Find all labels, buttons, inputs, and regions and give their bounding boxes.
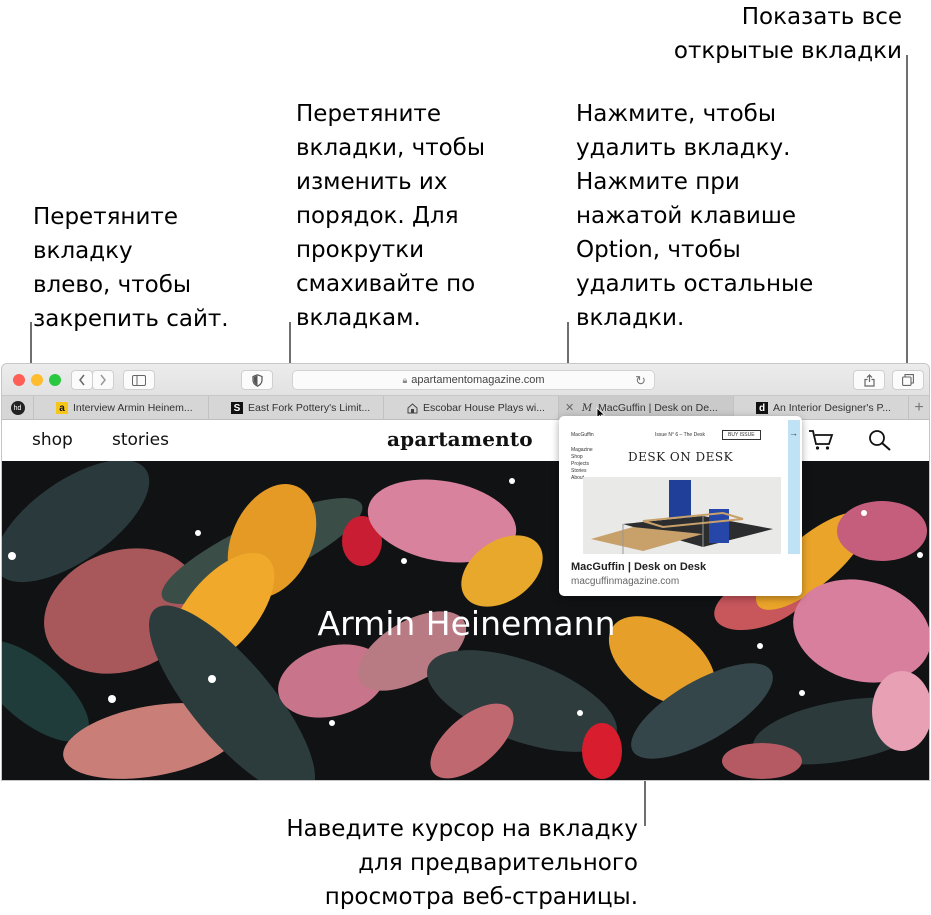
tabs-overview-button[interactable] [892,370,924,390]
tab-escobar-house[interactable]: Escobar House Plays wi... [384,396,559,420]
annotation-reorder-tabs: Перетяните вкладки, чтобы изменить их по… [296,101,486,331]
tab-label: Interview Armin Heinem... [73,402,193,414]
sidebar-icon [132,374,146,386]
tab-label: East Fork Pottery's Limit... [248,402,371,414]
pinned-site-icon: hd [10,401,25,415]
nav-shop-link[interactable]: shop [32,430,73,450]
d-favicon-icon: d [756,402,768,414]
amazon-favicon-icon: a [56,402,68,414]
preview-buy-button: BUY ISSUE [722,430,761,440]
share-icon [863,373,875,387]
arrow-right-icon: → [789,428,798,438]
shield-icon [251,373,263,387]
site-logo[interactable]: apartamento [387,427,533,451]
house-favicon-icon [406,402,418,414]
minimize-window-button[interactable] [31,374,43,386]
s-favicon-icon: S [231,402,243,414]
tab-preview-popover[interactable]: MacGuffin Issue N° 6 – The Desk BUY ISSU… [559,416,802,596]
address-bar[interactable]: 🔒︎ apartamentomagazine.com ↻ [292,370,655,390]
search-icon[interactable] [868,429,892,451]
preview-menu-3: Stories [571,468,587,474]
new-tab-button[interactable]: + [907,396,929,420]
macguffin-favicon-icon: M [581,402,593,414]
toolbar: 🔒︎ apartamentomagazine.com ↻ [2,364,929,395]
preview-menu-2: Projects [571,461,590,467]
desk-photo [583,477,781,554]
preview-menu-1: Shop [571,454,583,460]
sidebar-button[interactable] [123,370,155,390]
annotation-pin-tab: Перетяните вкладку влево, чтобы закрепит… [33,204,229,332]
tabs-overview-icon [902,374,914,386]
preview-issue: Issue N° 6 – The Desk [655,432,705,438]
forward-button[interactable] [92,370,114,390]
callout-line-show-all-tabs [906,55,908,370]
chevron-right-icon [100,374,106,386]
share-button[interactable] [853,370,885,390]
hero-title: Armin Heinemann [317,604,616,643]
annotation-hover-preview: Наведите курсор на вкладку для предварит… [286,816,638,910]
chevron-left-icon [79,374,85,386]
preview-sidebar-strip [788,420,800,554]
privacy-report-button[interactable] [241,370,273,390]
tab-interview-armin[interactable]: a Interview Armin Heinem... [34,396,209,420]
annotation-close-tab: Нажмите, чтобы удалить вкладку. Нажмите … [576,101,814,331]
tab-east-fork[interactable]: S East Fork Pottery's Limit... [209,396,384,420]
preview-heading: DESK ON DESK [628,450,734,464]
back-button[interactable] [71,370,93,390]
preview-thumbnail: MacGuffin Issue N° 6 – The Desk BUY ISSU… [565,420,800,554]
tab-label: An Interior Designer's P... [773,402,891,414]
nav-stories-link[interactable]: stories [112,430,169,450]
preview-brand: MacGuffin [571,432,594,438]
lock-icon: 🔒︎ [402,374,408,385]
address-text: apartamentomagazine.com [411,374,545,386]
cart-icon[interactable] [808,429,834,451]
annotation-show-all-tabs: Показать все открытые вкладки [673,4,902,64]
tab-label: MacGuffin | Desk on De... [598,402,718,414]
preview-page-title: MacGuffin | Desk on Desk [571,561,707,573]
preview-page-url: macguffinmagazine.com [571,576,680,587]
tab-label: Escobar House Plays wi... [423,402,545,414]
zoom-window-button[interactable] [49,374,61,386]
close-tab-icon[interactable]: ✕ [565,401,574,414]
pinned-tab[interactable]: hd [2,396,34,420]
close-window-button[interactable] [13,374,25,386]
preview-menu-0: Magazine [571,447,593,453]
reload-icon[interactable]: ↻ [635,373,646,389]
